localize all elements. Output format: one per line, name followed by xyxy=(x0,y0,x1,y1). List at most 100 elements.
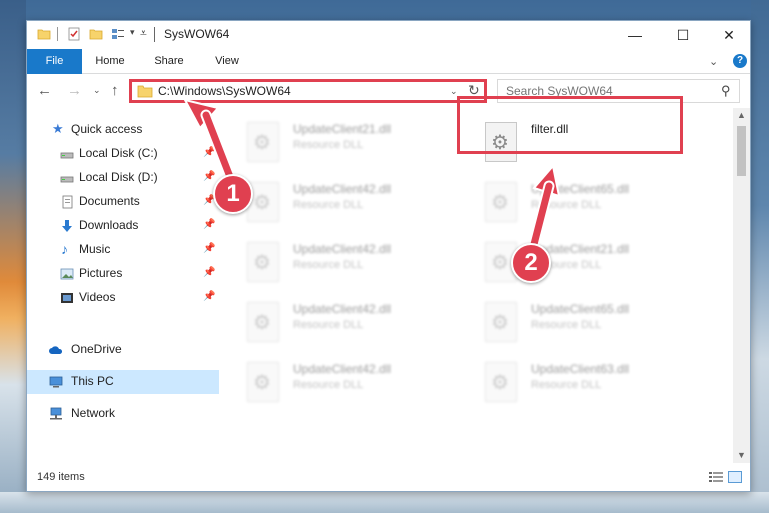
sidebar-item-documents[interactable]: Documents 📌 xyxy=(27,190,219,214)
window-title: SysWOW64 xyxy=(164,27,230,41)
dll-file-icon: ⚙ xyxy=(485,122,517,162)
sidebar-item-label: Local Disk (D:) xyxy=(79,170,158,184)
sidebar-item-local-disk-c[interactable]: Local Disk (C:) 📌 xyxy=(27,142,219,166)
sidebar-item-quick-access[interactable]: ★ Quick access xyxy=(27,118,219,142)
sidebar-item-label: Quick access xyxy=(71,122,143,136)
address-path[interactable]: C:\Windows\SysWOW64 xyxy=(158,84,291,98)
title-separator xyxy=(154,27,155,42)
file-type: Resource DLL xyxy=(293,319,364,331)
file-name: UpdateClient65.dll xyxy=(531,302,630,316)
dll-file-icon: ⚙ xyxy=(485,302,517,342)
recent-locations-icon[interactable]: ⌄ xyxy=(93,85,101,96)
documents-icon xyxy=(62,195,73,209)
status-bar: 149 items xyxy=(27,463,750,491)
scroll-up-icon[interactable]: ▲ xyxy=(737,110,746,120)
sidebar-item-label: OneDrive xyxy=(71,342,122,356)
desktop-background-right xyxy=(751,0,769,513)
minimize-button[interactable]: — xyxy=(612,21,658,49)
file-type: Resource DLL xyxy=(293,199,364,211)
tab-file[interactable]: File xyxy=(27,49,82,74)
sidebar-item-pictures[interactable]: Pictures 📌 xyxy=(27,262,219,286)
new-folder-icon[interactable] xyxy=(89,27,103,41)
folder-icon xyxy=(137,85,153,98)
details-view-icon[interactable] xyxy=(708,471,724,483)
search-icon[interactable]: ⚲ xyxy=(721,83,731,99)
videos-icon xyxy=(61,293,73,303)
maximize-button[interactable]: ☐ xyxy=(660,21,706,49)
file-name: UpdateClient42.dll xyxy=(293,362,392,376)
help-icon[interactable]: ? xyxy=(733,54,747,68)
music-icon: ♪ xyxy=(61,241,68,257)
sidebar-item-local-disk-d[interactable]: Local Disk (D:) 📌 xyxy=(27,166,219,190)
computer-icon xyxy=(49,376,63,388)
file-name: UpdateClient21.dll xyxy=(293,122,392,136)
up-arrow-icon[interactable]: ↑ xyxy=(111,82,119,99)
sidebar-item-this-pc[interactable]: This PC xyxy=(27,370,219,394)
sidebar-item-label: Network xyxy=(71,406,116,420)
refresh-icon[interactable]: ↻ xyxy=(468,82,480,99)
file-list: ⚙ UpdateClient21.dll Resource DLL ⚙ filt… xyxy=(227,108,733,463)
search-box[interactable]: ⚲ xyxy=(497,79,740,103)
file-name: UpdateClient42.dll xyxy=(293,242,392,256)
address-bar[interactable]: C:\Windows\SysWOW64 ⌄ ↻ xyxy=(129,79,487,103)
properties-icon[interactable] xyxy=(67,27,81,41)
pin-icon: 📌 xyxy=(203,243,216,254)
step-2-badge: 2 xyxy=(511,243,551,283)
file-type: Resource DLL xyxy=(293,139,364,151)
desktop-background-bottom xyxy=(0,492,769,513)
tab-view[interactable]: View xyxy=(207,49,247,74)
file-item-filter-dll[interactable]: ⚙ filter.dll xyxy=(485,120,705,170)
pin-icon: 📌 xyxy=(203,267,216,278)
navigation-pane: ★ Quick access Local Disk (C:) 📌 Local D… xyxy=(27,108,219,463)
expand-ribbon-icon[interactable]: ⌄ xyxy=(709,55,718,68)
customize-toolbar-icon[interactable]: ⩡ xyxy=(140,26,147,41)
sidebar-item-downloads[interactable]: Downloads 📌 xyxy=(27,214,219,238)
vertical-scrollbar[interactable]: ▲ ▼ xyxy=(733,108,750,463)
sidebar-item-network[interactable]: Network xyxy=(27,402,219,426)
scrollbar-thumb[interactable] xyxy=(737,126,746,176)
back-arrow-icon[interactable]: ← xyxy=(37,82,52,99)
ribbon-tabs: File Home Share View ⌄ ? xyxy=(27,49,750,74)
sidebar-item-videos[interactable]: Videos 📌 xyxy=(27,286,219,310)
view-layout-icon[interactable] xyxy=(111,27,125,41)
sidebar-item-label: Pictures xyxy=(79,266,123,280)
file-item[interactable]: ⚙ UpdateClient42.dll Resource DLL xyxy=(247,360,467,410)
dll-file-icon: ⚙ xyxy=(247,122,279,162)
star-icon: ★ xyxy=(52,121,64,136)
file-type: Resource DLL xyxy=(293,259,364,271)
sidebar-item-onedrive[interactable]: OneDrive xyxy=(27,338,219,362)
file-explorer-window: ▾ ⩡ SysWOW64 — ☐ ✕ File Home Share View … xyxy=(26,20,751,492)
file-item[interactable]: ⚙ UpdateClient42.dll Resource DLL xyxy=(247,240,467,290)
sidebar-item-music[interactable]: ♪ Music 📌 xyxy=(27,238,219,262)
quick-access-separator xyxy=(57,27,58,41)
file-name: UpdateClient65.dll xyxy=(531,182,630,196)
cloud-icon xyxy=(49,346,63,354)
step-1-badge: 1 xyxy=(213,174,253,214)
tab-home[interactable]: Home xyxy=(89,49,131,74)
file-item[interactable]: ⚙ UpdateClient65.dll Resource DLL xyxy=(485,180,705,230)
file-item[interactable]: ⚙ UpdateClient65.dll Resource DLL xyxy=(485,300,705,350)
sidebar-item-label: Music xyxy=(79,242,111,256)
close-button[interactable]: ✕ xyxy=(706,21,750,49)
chevron-down-icon[interactable]: ▾ xyxy=(130,27,135,38)
tab-share[interactable]: Share xyxy=(147,49,191,74)
file-item[interactable]: ⚙ UpdateClient63.dll Resource DLL xyxy=(485,360,705,410)
file-type: Resource DLL xyxy=(531,199,602,211)
scroll-down-icon[interactable]: ▼ xyxy=(737,450,746,460)
pin-icon: 📌 xyxy=(203,147,216,158)
forward-arrow-icon[interactable]: → xyxy=(67,82,82,99)
file-item[interactable]: ⚙ UpdateClient21.dll Resource DLL xyxy=(247,120,467,170)
dll-file-icon: ⚙ xyxy=(247,302,279,342)
folder-icon[interactable] xyxy=(37,27,51,41)
search-input[interactable] xyxy=(506,83,706,99)
file-item[interactable]: ⚙ UpdateClient42.dll Resource DLL xyxy=(247,180,467,230)
title-bar: ▾ ⩡ SysWOW64 — ☐ ✕ xyxy=(27,21,750,49)
tiles-view-icon[interactable] xyxy=(728,471,742,483)
dll-file-icon: ⚙ xyxy=(485,362,517,402)
file-type: Resource DLL xyxy=(293,379,364,391)
sidebar-item-label: Documents xyxy=(79,194,140,208)
navigation-bar: ← → ⌄ ↑ C:\Windows\SysWOW64 ⌄ ↻ ⚲ xyxy=(27,74,750,108)
dll-file-icon: ⚙ xyxy=(485,182,517,222)
file-item[interactable]: ⚙ UpdateClient42.dll Resource DLL xyxy=(247,300,467,350)
chevron-down-icon[interactable]: ⌄ xyxy=(450,86,458,97)
